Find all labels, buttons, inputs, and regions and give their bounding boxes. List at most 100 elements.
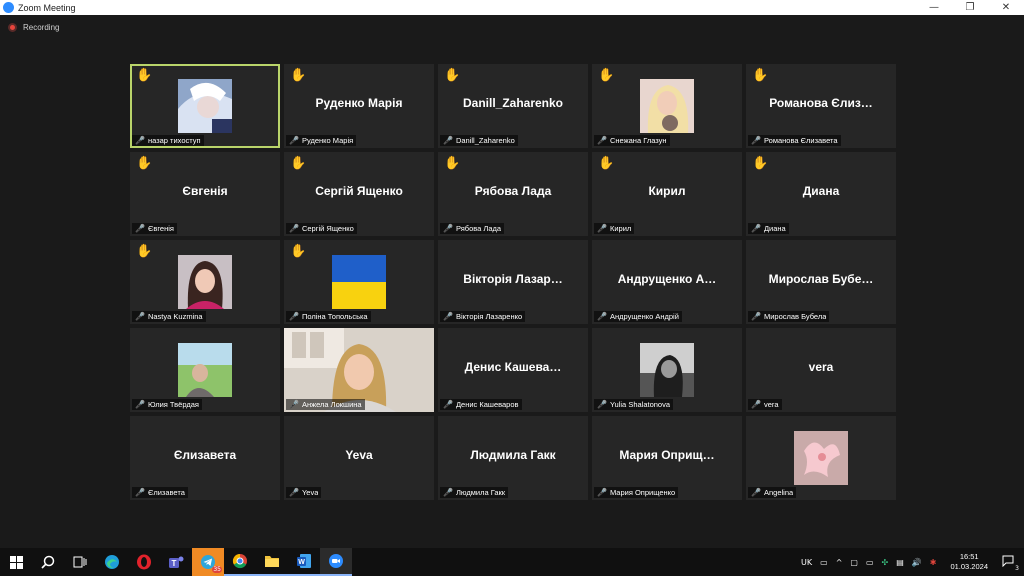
minimize-button[interactable]: — <box>916 0 952 15</box>
participant-tile[interactable]: 🎤 Юлия Твёрдая <box>130 328 280 412</box>
notifications-count: 3 <box>1015 565 1019 572</box>
system-tray: UK ▭ ^ ▢ ▭ ✣ ▤ 🔊 ✱ 16:51 01.03.2024 3 <box>797 548 1024 576</box>
opera-icon[interactable] <box>128 548 160 576</box>
participant-name-label: 🎤 Мария Оприщенко <box>594 487 679 498</box>
participant-display-name: Сергій Ященко <box>315 184 403 198</box>
participant-tile[interactable]: Вікторія Лазар… 🎤 Вікторія Лазаренко <box>438 240 588 324</box>
edge-icon[interactable] <box>96 548 128 576</box>
teams-icon[interactable]: T <box>160 548 192 576</box>
participant-tile[interactable]: Danill_Zaharenko ✋ 🎤 Danill_Zaharenko <box>438 64 588 148</box>
raised-hand-icon: ✋ <box>444 68 461 83</box>
participant-tile[interactable]: Людмила Гакк 🎤 Людмила Гакк <box>438 416 588 500</box>
participant-name-label: 🎤 Романова Єлизавета <box>748 135 841 146</box>
raised-hand-icon: ✋ <box>598 156 615 171</box>
muted-mic-icon: 🎤 <box>289 400 299 409</box>
participant-tile[interactable]: Руденко Марія ✋ 🎤 Руденко Марія <box>284 64 434 148</box>
chrome-icon[interactable] <box>224 548 256 576</box>
notifications-icon[interactable]: 3 <box>1002 555 1019 572</box>
muted-mic-icon: 🎤 <box>443 400 453 409</box>
participant-name-label: 🎤 Поліна Топольська <box>286 311 371 322</box>
participant-name-label: 🎤 Danill_Zaharenko <box>440 135 518 146</box>
windows-taskbar: T 35 W UK ▭ ^ ▢ ▭ ✣ ▤ 🔊 ✱ 16:51 01.03.20… <box>0 548 1024 576</box>
file-explorer-icon[interactable] <box>256 548 288 576</box>
participant-avatar <box>178 343 232 397</box>
zoom-logo-icon <box>3 2 14 13</box>
participant-name: Анжела Локшина <box>301 400 362 409</box>
raised-hand-icon: ✋ <box>290 244 307 259</box>
tray-window-icon[interactable]: ▢ <box>850 558 858 567</box>
battery-icon[interactable]: ▭ <box>866 558 874 567</box>
recording-indicator[interactable]: Recording <box>8 23 59 32</box>
participant-tile[interactable]: ✋ 🎤 Поліна Топольська <box>284 240 434 324</box>
windows-icon[interactable] <box>0 548 32 576</box>
participant-tile[interactable]: 🎤 Angelina <box>746 416 896 500</box>
participant-name-label: 🎤 Денис Кашеваров <box>440 399 522 410</box>
tray-app-icon[interactable]: ✣ <box>882 558 889 567</box>
participant-name: Мирослав Бубела <box>763 312 827 321</box>
participant-name: Диана <box>763 224 786 233</box>
participant-name: Кирил <box>609 224 632 233</box>
participant-display-name: Денис Кашева… <box>464 360 562 374</box>
telegram-icon[interactable]: 35 <box>192 548 224 576</box>
participant-tile[interactable]: Кирил ✋ 🎤 Кирил <box>592 152 742 236</box>
participant-tile[interactable]: Андрущенко А… 🎤 Андрущенко Андрій <box>592 240 742 324</box>
word-icon[interactable]: W <box>288 548 320 576</box>
search-icon[interactable] <box>32 548 64 576</box>
participant-tile[interactable]: ✋ 🎤 назар тихоступ <box>130 64 280 148</box>
muted-mic-icon: 🎤 <box>443 312 453 321</box>
participant-name: Єлизавета <box>147 488 185 497</box>
participant-tile[interactable]: Мария Оприщ… 🎤 Мария Оприщенко <box>592 416 742 500</box>
participant-name: Сергій Ященко <box>301 224 354 233</box>
keyboard-icon[interactable]: ▭ <box>820 558 828 567</box>
participant-display-name: Danill_Zaharenko <box>462 96 564 110</box>
maximize-button[interactable]: ❐ <box>952 0 988 15</box>
participant-name-label: 🎤 Angelina <box>748 487 797 498</box>
participant-display-name: Романова Єлиз… <box>769 96 873 110</box>
participant-tile[interactable]: Диана ✋ 🎤 Диана <box>746 152 896 236</box>
tray-app2-icon[interactable]: ✱ <box>930 558 937 567</box>
participant-tile[interactable]: Романова Єлиз… ✋ 🎤 Романова Єлизавета <box>746 64 896 148</box>
participant-name-label: 🎤 Yeva <box>286 487 322 498</box>
participant-tile[interactable]: vera 🎤 vera <box>746 328 896 412</box>
participant-display-name: Людмила Гакк <box>470 448 556 462</box>
muted-mic-icon: 🎤 <box>597 136 607 145</box>
participant-display-name: Yeva <box>345 448 373 462</box>
participant-name-label: 🎤 Руденко Марія <box>286 135 357 146</box>
clock[interactable]: 16:51 01.03.2024 <box>950 552 988 572</box>
window-titlebar: Zoom Meeting — ❐ ✕ <box>0 0 1024 15</box>
participant-tile[interactable]: ✋ 🎤 Снежана Глазун <box>592 64 742 148</box>
muted-mic-icon: 🎤 <box>289 312 299 321</box>
participant-name: Євгенія <box>147 224 174 233</box>
participant-tile[interactable]: Євгенія ✋ 🎤 Євгенія <box>130 152 280 236</box>
participant-tile[interactable]: ✋ 🎤 Nastya Kuzmina <box>130 240 280 324</box>
muted-mic-icon: 🎤 <box>751 488 761 497</box>
participant-tile[interactable]: Єлизавета 🎤 Єлизавета <box>130 416 280 500</box>
participant-tile[interactable]: 🎤 Yulia Shalatonova <box>592 328 742 412</box>
language-indicator[interactable]: UK <box>801 558 812 567</box>
participant-tile[interactable]: 🎤 Анжела Локшина <box>284 328 434 412</box>
network-icon[interactable]: ▤ <box>896 558 904 567</box>
raised-hand-icon: ✋ <box>290 156 307 171</box>
participant-tile[interactable]: Yeva 🎤 Yeva <box>284 416 434 500</box>
muted-mic-icon: 🎤 <box>751 312 761 321</box>
muted-mic-icon: 🎤 <box>289 136 299 145</box>
participant-tile[interactable]: Рябова Лада ✋ 🎤 Рябова Лада <box>438 152 588 236</box>
participant-name-label: 🎤 Диана <box>748 223 789 234</box>
chevron-up-icon[interactable]: ^ <box>836 558 843 567</box>
participant-name-label: 🎤 vera <box>748 399 782 410</box>
participant-name-label: 🎤 Анжела Локшина <box>286 399 365 410</box>
participant-name: Андрущенко Андрій <box>609 312 679 321</box>
zoom-icon[interactable] <box>320 548 352 576</box>
muted-mic-icon: 🎤 <box>597 312 607 321</box>
participant-name: Снежана Глазун <box>609 136 667 145</box>
participant-display-name: Руденко Марія <box>315 96 403 110</box>
volume-icon[interactable]: 🔊 <box>912 558 922 567</box>
task-view-icon[interactable] <box>64 548 96 576</box>
muted-mic-icon: 🎤 <box>289 488 299 497</box>
participant-name: Мария Оприщенко <box>609 488 676 497</box>
participant-tile[interactable]: Мирослав Бубе… 🎤 Мирослав Бубела <box>746 240 896 324</box>
close-button[interactable]: ✕ <box>988 0 1024 15</box>
participant-name-label: 🎤 Мирослав Бубела <box>748 311 830 322</box>
participant-tile[interactable]: Денис Кашева… 🎤 Денис Кашеваров <box>438 328 588 412</box>
participant-tile[interactable]: Сергій Ященко ✋ 🎤 Сергій Ященко <box>284 152 434 236</box>
